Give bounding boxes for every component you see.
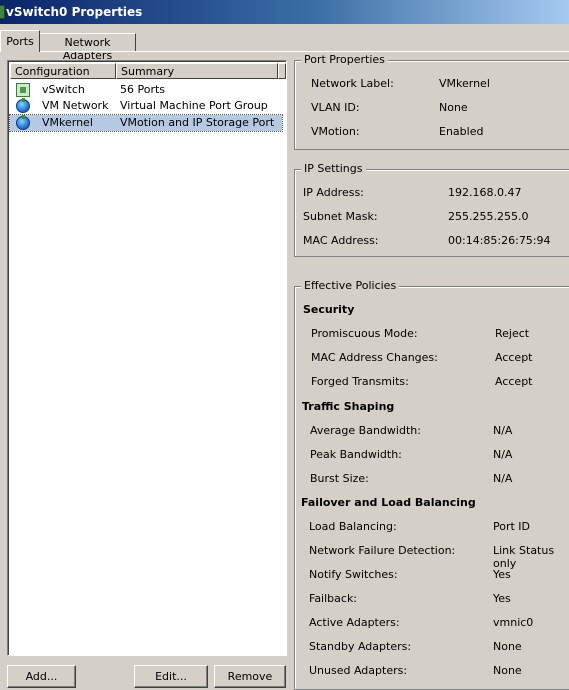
- port-properties-group: Port Properties Network Label: VMkernel …: [294, 53, 569, 150]
- group-title: Port Properties: [301, 53, 388, 66]
- ports-list[interactable]: Configuration Summary vSwitch 56 Ports V…: [7, 60, 287, 656]
- vlan-id-label: VLAN ID:: [311, 101, 360, 114]
- peak-bandwidth-value: N/A: [493, 448, 513, 461]
- mac-changes-label: MAC Address Changes:: [311, 351, 438, 364]
- standby-adapters-value: None: [493, 640, 522, 653]
- globe-icon: [16, 98, 30, 113]
- vmotion-label: VMotion:: [311, 125, 360, 138]
- promiscuous-value: Reject: [495, 327, 530, 340]
- app-icon: [0, 5, 5, 19]
- title-bar: vSwitch0 Properties: [0, 0, 569, 24]
- tab-network-adapters[interactable]: Network Adapters: [40, 33, 136, 62]
- notify-switches-value: Yes: [493, 568, 511, 581]
- list-header: Configuration Summary: [10, 63, 286, 79]
- notify-switches-label: Notify Switches:: [309, 568, 398, 581]
- vlan-id-value: None: [439, 101, 468, 114]
- mac-address-value: 00:14:85:26:75:94: [448, 234, 551, 247]
- subnet-mask-value: 255.255.255.0: [448, 210, 529, 223]
- load-balancing-value: Port ID: [493, 520, 531, 533]
- failback-label: Failback:: [309, 592, 358, 605]
- forged-transmits-label: Forged Transmits:: [311, 375, 409, 388]
- remove-button[interactable]: Remove: [214, 665, 286, 688]
- unused-adapters-value: None: [493, 664, 522, 677]
- list-item-vmkernel[interactable]: VMkernel VMotion and IP Storage Port: [9, 114, 283, 132]
- active-adapters-label: Active Adapters:: [309, 616, 400, 629]
- peak-bandwidth-label: Peak Bandwidth:: [310, 448, 402, 461]
- window-title: vSwitch0 Properties: [6, 5, 143, 19]
- burst-size-label: Burst Size:: [310, 472, 369, 485]
- network-label-label: Network Label:: [311, 77, 394, 90]
- effective-policies-group: Effective Policies Security Promiscuous …: [294, 279, 569, 690]
- ip-address-value: 192.168.0.47: [448, 186, 522, 199]
- burst-size-value: N/A: [493, 472, 513, 485]
- list-item-vswitch[interactable]: vSwitch 56 Ports: [10, 82, 282, 98]
- average-bandwidth-value: N/A: [493, 424, 513, 437]
- column-header-filler: [278, 63, 286, 79]
- traffic-shaping-heading: Traffic Shaping: [302, 400, 395, 413]
- active-adapters-value: vmnic0: [493, 616, 534, 629]
- security-heading: Security: [303, 303, 355, 316]
- list-item-name: vSwitch: [42, 83, 85, 96]
- list-item-summary: Virtual Machine Port Group: [120, 99, 268, 112]
- mac-address-label: MAC Address:: [303, 234, 379, 247]
- tab-ports[interactable]: Ports: [0, 30, 40, 52]
- load-balancing-label: Load Balancing:: [309, 520, 397, 533]
- list-item-name: VMkernel: [42, 116, 93, 129]
- failure-detection-value: Link Status only: [493, 544, 555, 570]
- edit-button[interactable]: Edit...: [134, 665, 208, 688]
- forged-transmits-value: Accept: [495, 375, 533, 388]
- failback-value: Yes: [493, 592, 511, 605]
- tab-divider: [0, 51, 569, 52]
- mac-changes-value: Accept: [495, 351, 533, 364]
- average-bandwidth-label: Average Bandwidth:: [310, 424, 421, 437]
- column-header-configuration[interactable]: Configuration: [10, 63, 116, 79]
- list-item-name: VM Network: [42, 99, 109, 112]
- add-button[interactable]: Add...: [7, 665, 76, 688]
- unused-adapters-label: Unused Adapters:: [309, 664, 408, 677]
- ip-settings-group: IP Settings IP Address: 192.168.0.47 Sub…: [294, 162, 569, 257]
- globe-icon: [16, 115, 30, 130]
- promiscuous-label: Promiscuous Mode:: [311, 327, 418, 340]
- failover-heading: Failover and Load Balancing: [301, 496, 476, 509]
- ip-address-label: IP Address:: [303, 186, 364, 199]
- column-header-summary[interactable]: Summary: [116, 63, 278, 79]
- list-item-summary: VMotion and IP Storage Port: [120, 116, 275, 129]
- standby-adapters-label: Standby Adapters:: [309, 640, 412, 653]
- network-label-value: VMkernel: [439, 77, 490, 90]
- vswitch-icon: [16, 83, 30, 97]
- group-title: Effective Policies: [301, 279, 400, 292]
- vmotion-value: Enabled: [439, 125, 484, 138]
- list-item-vm-network[interactable]: VM Network Virtual Machine Port Group: [10, 98, 282, 114]
- list-item-summary: 56 Ports: [120, 83, 166, 96]
- failure-detection-label: Network Failure Detection:: [309, 544, 456, 557]
- subnet-mask-label: Subnet Mask:: [303, 210, 378, 223]
- group-title: IP Settings: [301, 162, 366, 175]
